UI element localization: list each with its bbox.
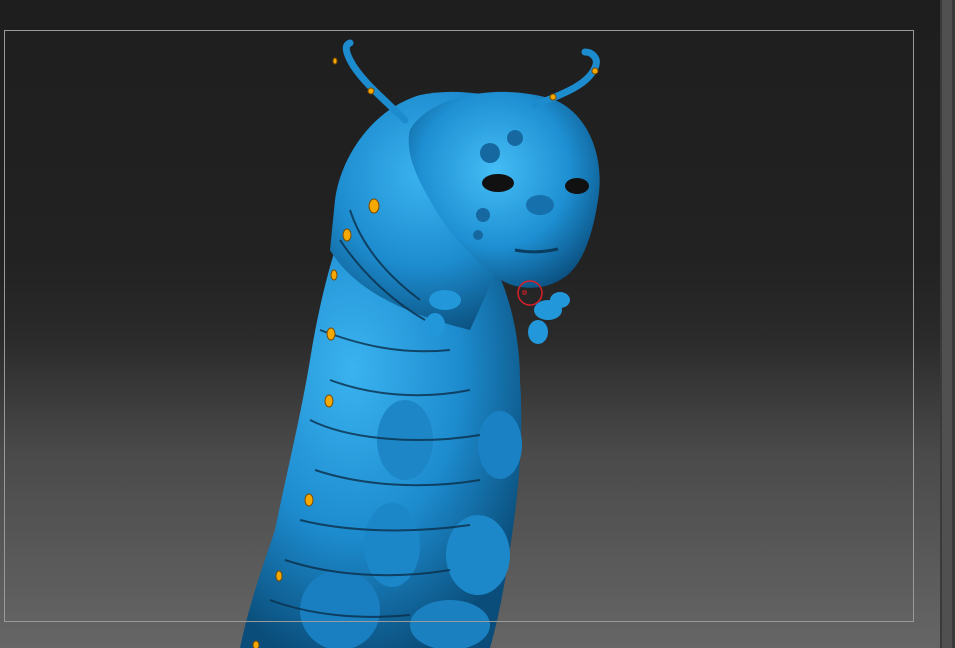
sculpt-model[interactable]: [0, 0, 940, 648]
scrollbar-thumb[interactable]: [942, 0, 952, 648]
vertical-scrollbar[interactable]: [940, 0, 955, 648]
canvas-viewport[interactable]: [0, 0, 940, 648]
